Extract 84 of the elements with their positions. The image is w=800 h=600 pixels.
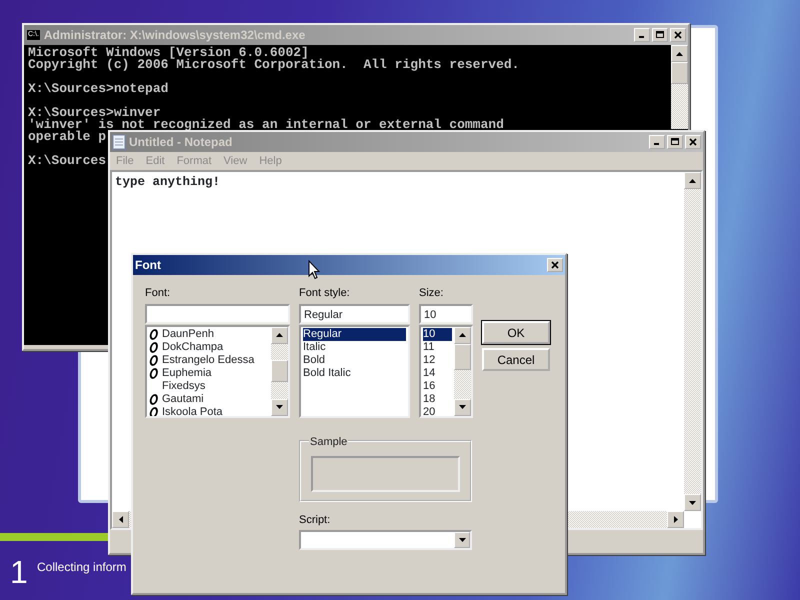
- scrollbar-thumb[interactable]: [271, 360, 288, 382]
- field-label: Font:: [145, 286, 170, 301]
- scroll-down-button[interactable]: [454, 398, 471, 416]
- scroll-up-button[interactable]: [271, 326, 288, 344]
- font-list-item[interactable]: Estrangelo Edessa: [149, 354, 254, 366]
- size-field[interactable]: 10: [419, 304, 473, 324]
- scroll-down-button[interactable]: [684, 494, 701, 511]
- font-style-item[interactable]: Regular: [303, 328, 406, 340]
- console-line: 'winver' is not recognized as an internal or external command: [28, 119, 504, 131]
- font-list-item[interactable]: DokChampa: [149, 340, 224, 354]
- arrow-up-icon: [459, 333, 466, 337]
- size-list[interactable]: 10 11 12 14 16 18 20: [419, 324, 473, 418]
- arrow-up-icon: [689, 178, 696, 182]
- scroll-right-button[interactable]: [667, 511, 684, 528]
- close-button[interactable]: [670, 28, 686, 42]
- console-line: X:\Sources>winver: [28, 107, 161, 119]
- vertical-scrollbar[interactable]: [671, 45, 688, 129]
- dialog-title: Font: [135, 257, 161, 274]
- maximize-icon: [671, 138, 679, 146]
- mouse-cursor-icon: [308, 260, 320, 280]
- document-text: type anything!: [115, 175, 220, 189]
- size-item[interactable]: 11: [423, 340, 452, 354]
- maximize-icon: [656, 31, 664, 39]
- window-title: Untitled - Notepad: [129, 134, 232, 151]
- window-title: Administrator: X:\windows\system32\cmd.exe: [44, 27, 306, 44]
- close-button[interactable]: [547, 258, 563, 272]
- console-line: operable p: [28, 131, 106, 143]
- arrow-down-icon: [459, 405, 466, 409]
- arrow-right-icon: [674, 516, 678, 523]
- console-line: X:\Sources>notepad: [28, 83, 168, 95]
- minimize-button[interactable]: [649, 135, 665, 149]
- close-button[interactable]: [685, 135, 701, 149]
- status-text: Collecting inform: [37, 559, 126, 576]
- scrollbar-thumb[interactable]: [454, 344, 471, 370]
- size-item[interactable]: 16: [423, 380, 452, 392]
- arrow-up-icon: [676, 52, 683, 56]
- field-label: Size:: [419, 286, 444, 301]
- font-list-item[interactable]: Gautami: [149, 392, 204, 406]
- scroll-left-button[interactable]: [112, 511, 129, 528]
- size-item[interactable]: 18: [423, 392, 452, 406]
- field-label: Script:: [299, 512, 330, 528]
- close-icon: [689, 138, 697, 146]
- font-list[interactable]: DaunPenh DokChampa Estrangelo Edessa Euphemia Fixedsys Gautami Iskoola Pota: [145, 324, 290, 418]
- close-icon: [674, 31, 682, 39]
- font-style-item[interactable]: Bold Italic: [303, 366, 406, 380]
- font-name-field[interactable]: [145, 304, 290, 324]
- font-style-field[interactable]: Regular: [299, 304, 410, 324]
- font-list-item[interactable]: Fixedsys: [149, 380, 206, 392]
- cancel-button[interactable]: Cancel: [482, 348, 550, 371]
- maximize-button[interactable]: [652, 28, 668, 42]
- scroll-up-button[interactable]: [454, 326, 471, 344]
- font-list-item[interactable]: DaunPenh: [149, 328, 214, 340]
- font-style-item[interactable]: Bold: [303, 354, 406, 366]
- console-line: Copyright (c) 2006 Microsoft Corporation. All rights reserved.: [28, 59, 520, 71]
- script-dropdown[interactable]: [299, 530, 472, 550]
- arrow-left-icon: [118, 516, 122, 523]
- ok-button[interactable]: OK: [482, 321, 550, 344]
- font-list-item[interactable]: Euphemia: [149, 366, 212, 380]
- font-style-item[interactable]: Italic: [303, 340, 406, 354]
- maximize-button[interactable]: [667, 135, 683, 149]
- caret-icon: [458, 538, 466, 542]
- font-style-list[interactable]: Regular Italic Bold Bold Italic: [299, 324, 410, 418]
- minimize-button[interactable]: [634, 28, 650, 42]
- scroll-down-button[interactable]: [271, 398, 288, 416]
- vertical-scrollbar[interactable]: [454, 326, 471, 416]
- vertical-scrollbar[interactable]: [271, 326, 288, 416]
- scroll-up-button[interactable]: [671, 45, 688, 62]
- arrow-down-icon: [689, 500, 696, 504]
- notepad-icon: [112, 134, 126, 150]
- arrow-down-icon: [276, 405, 283, 409]
- close-icon: [551, 261, 559, 269]
- size-item[interactable]: 20: [423, 406, 452, 416]
- vertical-scrollbar[interactable]: [684, 172, 701, 511]
- field-label: Font style:: [299, 286, 350, 301]
- scrollbar-thumb[interactable]: [671, 62, 688, 84]
- font-list-item[interactable]: Iskoola Pota: [149, 406, 223, 416]
- console-line: Microsoft Windows [Version 6.0.6002]: [28, 47, 309, 59]
- scroll-up-button[interactable]: [684, 172, 701, 189]
- size-item[interactable]: 14: [423, 366, 452, 380]
- console-line: X:\Sources: [28, 155, 106, 167]
- arrow-up-icon: [276, 333, 283, 337]
- size-item[interactable]: 12: [423, 354, 452, 366]
- step-number: 1: [10, 556, 28, 588]
- size-item[interactable]: 10: [423, 328, 452, 340]
